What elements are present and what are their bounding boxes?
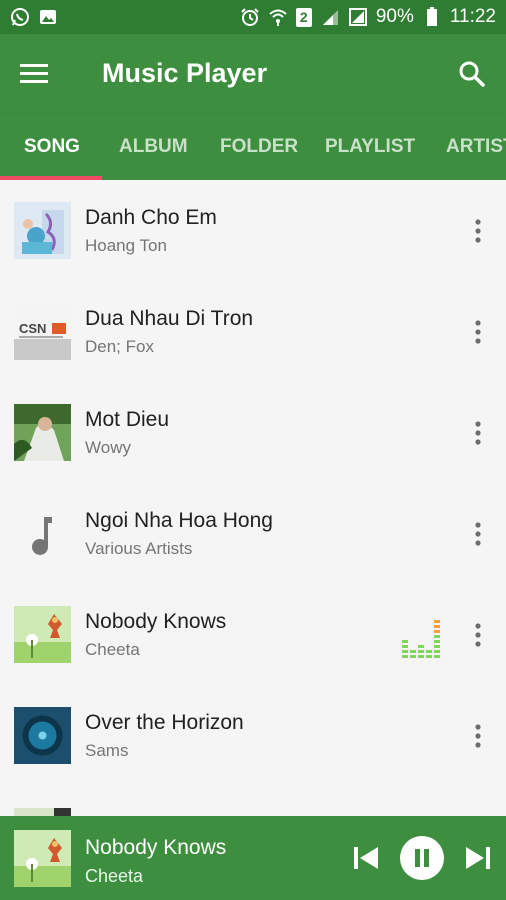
signal-icon	[348, 7, 368, 27]
next-icon[interactable]	[462, 842, 494, 874]
more-options-icon[interactable]	[462, 717, 494, 755]
more-options-icon[interactable]	[462, 616, 494, 654]
tab-song[interactable]: SONG	[24, 114, 80, 180]
song-artist: Various Artists	[85, 539, 193, 558]
album-art	[14, 404, 71, 461]
whatsapp-icon	[10, 7, 30, 27]
album-art	[14, 707, 71, 764]
now-playing-album-art	[14, 830, 71, 887]
sim-2-label: 2	[299, 9, 308, 25]
previous-icon[interactable]	[350, 842, 382, 874]
gallery-notification-icon	[38, 7, 58, 27]
wifi-icon	[268, 7, 288, 27]
battery-percent: 90%	[375, 6, 414, 27]
tab-artist[interactable]: ARTIST	[446, 114, 506, 180]
album-art	[14, 606, 71, 663]
tab-bar: SONG ALBUM FOLDER PLAYLIST ARTIST	[0, 114, 506, 180]
tab-album[interactable]: ALBUM	[119, 114, 188, 180]
music-note-icon	[14, 505, 71, 562]
song-title: Mot Dieu	[85, 408, 170, 431]
sim-2-icon: 2	[295, 7, 312, 27]
list-item[interactable]	[0, 786, 506, 816]
list-item[interactable]: Mot Dieu Wowy	[0, 382, 506, 483]
song-artist: Sams	[85, 741, 129, 760]
song-artist: Hoang Ton	[85, 236, 167, 255]
status-bar: 2 90% 11:22	[0, 0, 506, 34]
more-options-icon[interactable]	[462, 515, 494, 553]
signal-icon	[320, 7, 340, 27]
list-item[interactable]: Nobody Knows Cheeta	[0, 584, 506, 685]
battery-icon	[422, 7, 442, 27]
tab-playlist[interactable]: PLAYLIST	[325, 114, 415, 180]
album-art: CSN	[14, 303, 71, 360]
clock: 11:22	[449, 6, 496, 27]
pause-icon	[415, 849, 429, 867]
tab-folder[interactable]: FOLDER	[220, 114, 298, 180]
list-item[interactable]: CSN Dua Nhau Di Tron Den; Fox	[0, 281, 506, 382]
song-title: Ngoi Nha Hoa Hong	[85, 509, 273, 532]
more-options-icon[interactable]	[462, 212, 494, 250]
song-artist: Cheeta	[85, 640, 140, 659]
more-options-icon[interactable]	[462, 414, 494, 452]
list-item[interactable]: Danh Cho Em Hoang Ton	[0, 180, 506, 281]
now-playing-bar[interactable]: Nobody Knows Cheeta	[0, 816, 506, 900]
list-item[interactable]: Ngoi Nha Hoa Hong Various Artists	[0, 483, 506, 584]
now-playing-title: Nobody Knows	[85, 836, 227, 859]
song-title: Nobody Knows	[85, 610, 227, 633]
search-icon[interactable]	[450, 54, 494, 94]
song-title: Danh Cho Em	[85, 206, 217, 229]
alarm-icon	[240, 7, 260, 27]
pause-button[interactable]	[400, 836, 444, 880]
song-title: Dua Nhau Di Tron	[85, 307, 254, 330]
song-list: Danh Cho Em Hoang Ton CSN Dua Nhau Di Tr…	[0, 180, 506, 816]
app-bar: Music Player	[0, 34, 506, 114]
song-artist: Wowy	[85, 438, 131, 457]
hamburger-menu-icon[interactable]	[14, 56, 54, 92]
now-playing-artist: Cheeta	[85, 866, 144, 886]
app-title: Music Player	[102, 58, 268, 88]
song-title: Over the Horizon	[85, 711, 244, 734]
more-options-icon[interactable]	[462, 313, 494, 351]
equalizer-icon	[400, 616, 446, 658]
song-artist: Den; Fox	[85, 337, 154, 356]
album-art-label: CSN	[19, 321, 46, 336]
album-art	[14, 202, 71, 259]
album-art	[14, 808, 71, 816]
list-item[interactable]: Over the Horizon Sams	[0, 685, 506, 786]
